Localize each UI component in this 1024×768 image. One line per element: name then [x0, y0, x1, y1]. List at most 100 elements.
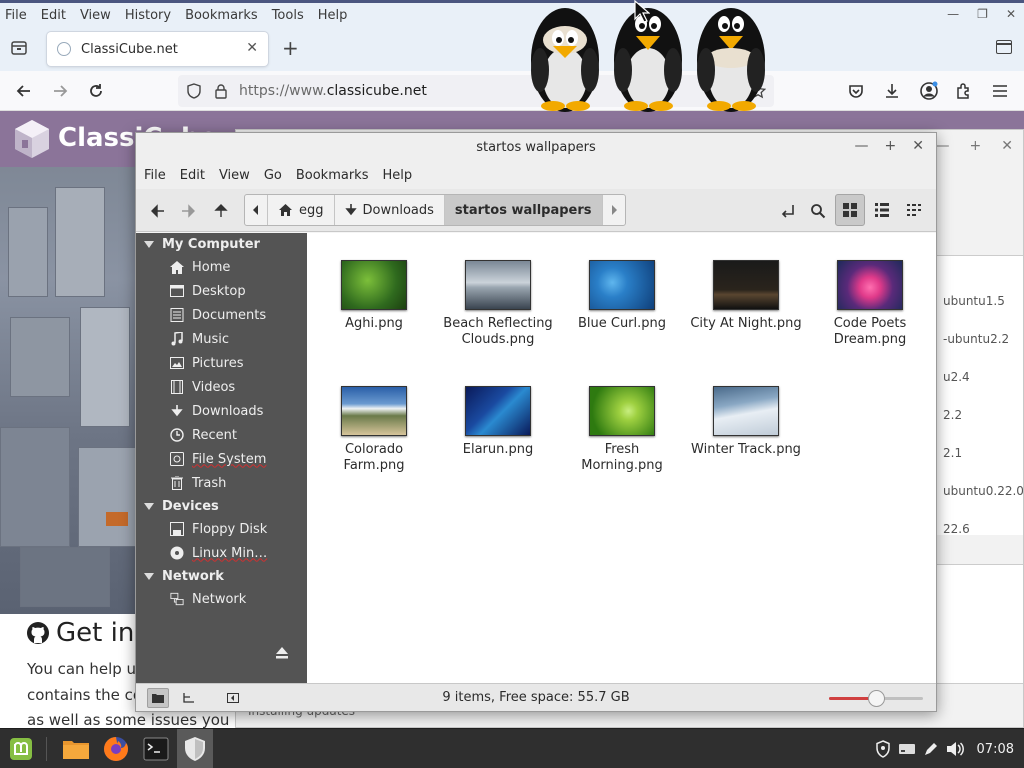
forward-arrow-icon[interactable] [176, 199, 200, 223]
menu-view[interactable]: View [212, 168, 257, 183]
file-item[interactable]: Elarun.png [438, 386, 558, 458]
menu-help[interactable]: Help [311, 8, 355, 23]
update-row[interactable]: ubuntu0.22.04. [943, 484, 1023, 498]
menu-help[interactable]: Help [375, 168, 419, 183]
minimize-icon[interactable]: — [947, 7, 959, 21]
update-manager-shield-icon[interactable] [177, 729, 213, 768]
sidebar-item-file-system[interactable]: File System [170, 449, 300, 469]
sidebar-item-trash[interactable]: Trash [170, 473, 300, 493]
close-icon[interactable]: ✕ [912, 138, 924, 154]
lock-icon[interactable] [214, 83, 228, 99]
breadcrumb-downloads[interactable]: Downloads [335, 195, 445, 225]
minimize-icon[interactable]: — [855, 138, 869, 154]
file-item[interactable]: Beach Reflecting Clouds.png [438, 260, 558, 348]
sidebar-section-my-computer[interactable]: My Computer [144, 237, 260, 252]
account-icon[interactable] [918, 80, 940, 102]
sidebar-section-network[interactable]: Network [144, 569, 224, 584]
sidebar-item-home[interactable]: Home [170, 257, 300, 277]
clock[interactable]: 07:08 [977, 742, 1014, 757]
file-item[interactable]: City At Night.png [686, 260, 806, 332]
drive-tray-icon[interactable] [898, 742, 916, 756]
back-arrow-icon[interactable] [13, 80, 35, 102]
url-text[interactable]: https://www.classicube.net [239, 83, 427, 99]
window-titlebar[interactable]: startos wallpapers — + ✕ [136, 133, 936, 161]
zoom-slider[interactable] [829, 690, 923, 707]
file-item[interactable]: Colorado Farm.png [314, 386, 434, 474]
sidebar-item-desktop[interactable]: Desktop [170, 281, 300, 301]
forward-arrow-icon[interactable] [49, 80, 71, 102]
up-arrow-icon[interactable] [209, 199, 233, 223]
menu-file[interactable]: File [0, 8, 34, 23]
hamburger-menu-icon[interactable] [989, 80, 1011, 102]
sidebar-item-linux-mint-disc[interactable]: Linux Min… [170, 543, 300, 563]
firefox-icon[interactable] [98, 729, 134, 768]
icon-view-grid-icon[interactable] [835, 194, 865, 226]
file-item[interactable]: Winter Track.png [686, 386, 806, 458]
terminal-icon[interactable] [138, 729, 174, 768]
classicube-logo-icon[interactable] [12, 118, 52, 160]
update-row[interactable]: 22.6 [943, 522, 970, 536]
tab-classicube[interactable]: ClassiCube.net ✕ [47, 32, 268, 66]
mint-menu-icon[interactable] [4, 729, 38, 768]
toggle-location-icon[interactable] [776, 199, 800, 223]
list-all-tabs-icon[interactable] [996, 40, 1012, 54]
volume-icon[interactable] [946, 741, 964, 757]
maximize-icon[interactable]: + [885, 138, 897, 154]
list-view-icon[interactable] [867, 194, 897, 226]
sidebar-item-downloads[interactable]: Downloads [170, 401, 300, 421]
close-icon[interactable]: ✕ [1001, 138, 1013, 154]
eject-icon[interactable] [275, 647, 289, 659]
menu-bookmarks[interactable]: Bookmarks [178, 8, 265, 23]
close-icon[interactable]: ✕ [1006, 7, 1016, 21]
extensions-icon[interactable] [953, 80, 975, 102]
menu-history[interactable]: History [118, 8, 178, 23]
sidebar-item-documents[interactable]: Documents [170, 305, 300, 325]
sidebar-item-music[interactable]: Music [170, 329, 300, 349]
update-row[interactable]: u2.4 [943, 370, 970, 384]
pen-icon[interactable] [923, 741, 939, 757]
file-view[interactable]: Aghi.png Beach Reflecting Clouds.png Blu… [307, 233, 936, 683]
file-item[interactable]: Code Poets Dream.png [810, 260, 930, 348]
sidebar-item-floppy-disk[interactable]: Floppy Disk [170, 519, 300, 539]
menu-bookmarks[interactable]: Bookmarks [289, 168, 376, 183]
search-icon[interactable] [806, 199, 830, 223]
new-tab-plus-icon[interactable]: + [282, 38, 299, 58]
breadcrumb-left-arrow-icon[interactable] [245, 195, 268, 225]
menu-edit[interactable]: Edit [173, 168, 212, 183]
sidebar-item-network[interactable]: Network [170, 589, 300, 609]
zoom-slider-handle[interactable] [868, 690, 885, 707]
sidebar-section-devices[interactable]: Devices [144, 499, 219, 514]
sidebar-item-videos[interactable]: Videos [170, 377, 300, 397]
menu-edit[interactable]: Edit [34, 8, 73, 23]
file-item[interactable]: Blue Curl.png [562, 260, 682, 332]
reload-icon[interactable] [85, 80, 107, 102]
sidebar-item-pictures[interactable]: Pictures [170, 353, 300, 373]
breadcrumb-egg[interactable]: egg [268, 195, 335, 225]
maximize-icon[interactable]: + [970, 138, 982, 154]
compact-view-icon[interactable] [899, 194, 929, 226]
files-folder-icon[interactable] [58, 729, 94, 768]
update-list[interactable]: ubuntu1.5 -ubuntu2.2 u2.4 2.2 2.1 ubuntu… [936, 255, 1023, 536]
update-row[interactable]: ubuntu1.5 [943, 294, 1005, 308]
tab-close-icon[interactable]: ✕ [246, 40, 258, 56]
security-shield-icon[interactable] [875, 740, 891, 758]
menu-tools[interactable]: Tools [265, 8, 311, 23]
menu-view[interactable]: View [73, 8, 118, 23]
minimize-icon[interactable]: — [936, 138, 950, 154]
menu-file[interactable]: File [136, 168, 173, 183]
menu-go[interactable]: Go [257, 168, 289, 183]
maximize-icon[interactable]: ❐ [977, 7, 988, 21]
downloads-icon[interactable] [881, 80, 903, 102]
update-row[interactable]: -ubuntu2.2 [943, 332, 1009, 346]
update-row[interactable]: 2.1 [943, 446, 962, 460]
shield-icon[interactable] [186, 83, 202, 99]
breadcrumb-right-arrow-icon[interactable] [603, 195, 625, 225]
firefox-view-icon[interactable] [10, 39, 28, 57]
back-arrow-icon[interactable] [146, 199, 170, 223]
pocket-icon[interactable] [845, 80, 867, 102]
file-item[interactable]: Fresh Morning.png [562, 386, 682, 474]
sidebar-item-recent[interactable]: Recent [170, 425, 300, 445]
breadcrumb-startos-wallpapers[interactable]: startos wallpapers [444, 195, 603, 225]
file-item[interactable]: Aghi.png [314, 260, 434, 332]
update-row[interactable]: 2.2 [943, 408, 962, 422]
